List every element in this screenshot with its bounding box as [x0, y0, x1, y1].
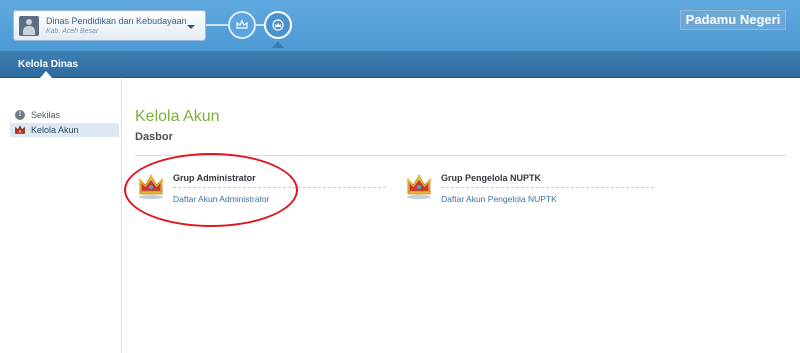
divider — [135, 155, 787, 156]
top-bar: Dinas Pendidikan dan Kebudayaan Kab. Ace… — [0, 0, 800, 51]
active-step-pointer — [272, 41, 284, 48]
step-button-account[interactable] — [264, 11, 292, 39]
section-subtitle: Dasbor — [135, 131, 173, 143]
group-divider — [173, 187, 386, 188]
page-title: Kelola Akun — [135, 108, 220, 125]
step-connector — [206, 24, 228, 26]
brand-logo[interactable]: Padamu Negeri — [680, 10, 786, 30]
crown-icon — [138, 174, 164, 200]
crown-outline-icon — [236, 20, 248, 29]
group-title: Grup Administrator — [173, 173, 256, 183]
group-title: Grup Pengelola NUPTK — [441, 173, 542, 183]
organization-location: Kab. Aceh Besar — [46, 28, 99, 35]
group-card-administrator: Grup Administrator Daftar Akun Administr… — [135, 170, 386, 210]
group-card-pengelola-nuptk: Grup Pengelola NUPTK Daftar Akun Pengelo… — [403, 170, 654, 210]
organization-avatar-icon — [19, 16, 39, 36]
sidebar: ! Sekilas Kelola Akun — [0, 79, 122, 353]
sidebar-item-label: Kelola Akun — [31, 125, 79, 135]
sidebar-item-kelola-akun[interactable]: Kelola Akun — [10, 123, 119, 137]
info-icon: ! — [15, 110, 25, 120]
step-connector — [256, 24, 264, 26]
organization-name: Dinas Pendidikan dan Kebudayaan — [46, 16, 187, 26]
crown-circle-icon — [272, 19, 284, 31]
organization-selector[interactable]: Dinas Pendidikan dan Kebudayaan Kab. Ace… — [13, 10, 206, 41]
step-button-home[interactable] — [228, 11, 256, 39]
section-pointer — [40, 71, 52, 78]
sidebar-item-label: Sekilas — [31, 110, 61, 120]
crown-icon — [406, 174, 432, 200]
chevron-down-icon — [187, 25, 195, 29]
sidebar-item-sekilas[interactable]: ! Sekilas — [10, 108, 119, 122]
section-bar: Kelola Dinas — [0, 51, 800, 78]
group-divider — [441, 187, 654, 188]
group-accounts-link[interactable]: Daftar Akun Pengelola NUPTK — [441, 194, 557, 204]
group-accounts-link[interactable]: Daftar Akun Administrator — [173, 194, 269, 204]
crown-icon — [15, 125, 25, 134]
section-title[interactable]: Kelola Dinas — [18, 59, 78, 70]
